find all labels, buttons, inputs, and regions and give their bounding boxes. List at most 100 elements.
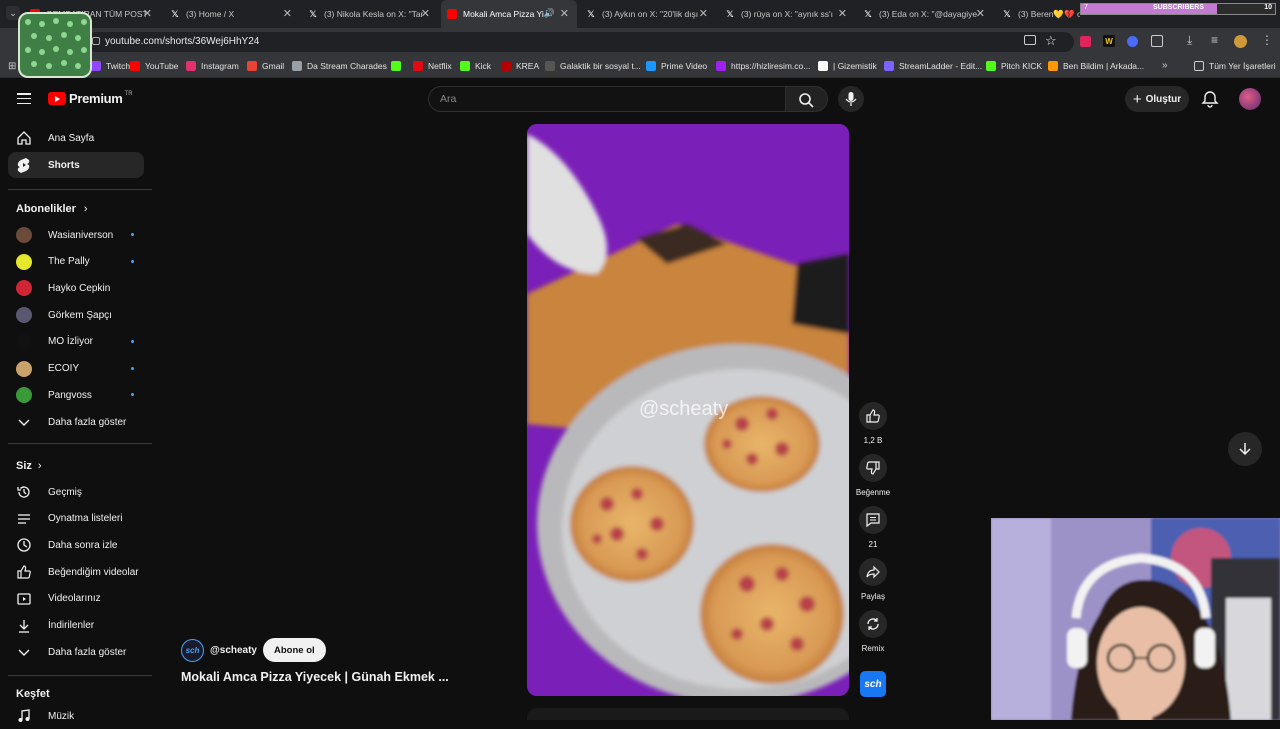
youtube-icon	[130, 61, 140, 71]
sidebar-show-more[interactable]: Daha fazla göster	[8, 409, 144, 435]
bookmark-item[interactable]: Twitch	[91, 61, 130, 71]
sound-channel-thumbnail[interactable]: sch	[860, 671, 886, 697]
apps-grid-icon[interactable]: ⊞	[8, 61, 16, 72]
share-button[interactable]	[859, 558, 887, 586]
shorts-video-player[interactable]: @scheaty	[527, 124, 849, 696]
speaker-icon[interactable]: 🔊	[544, 8, 555, 19]
close-tab-icon[interactable]: ✕	[560, 7, 569, 20]
sidebar-subscription[interactable]: ECOIY	[8, 356, 144, 382]
close-tab-icon[interactable]: ✕	[699, 7, 708, 20]
you-header[interactable]: Siz ›	[16, 460, 42, 472]
bookmark-item[interactable]: KREA	[501, 61, 539, 71]
short-title[interactable]: Mokali Amca Pizza Yiyecek | Günah Ekmek …	[181, 670, 449, 684]
history-icon	[16, 484, 32, 500]
bookmark-item[interactable]: Pitch KICK	[986, 61, 1042, 71]
channel-avatar	[16, 253, 32, 270]
channel-avatar[interactable]: sch	[181, 638, 204, 662]
next-short-preview[interactable]	[527, 708, 849, 720]
sidebar-you-item[interactable]: İndirilenler	[8, 613, 144, 639]
chevron-right-icon: ›	[83, 203, 88, 215]
like-button[interactable]	[859, 402, 887, 430]
sidebar-you-item[interactable]: Daha fazla göster	[8, 639, 144, 665]
sidebar-item-shorts[interactable]: Shorts	[8, 152, 144, 178]
channel-handle[interactable]: @scheaty	[210, 645, 257, 656]
sidebar-subscription[interactable]: The Pally	[8, 249, 144, 275]
bookmark-label: Instagram	[201, 61, 239, 71]
create-button[interactable]: + Oluştur	[1125, 86, 1189, 112]
extension-icon-w[interactable]: W	[1103, 35, 1115, 47]
install-app-icon[interactable]	[1024, 35, 1036, 45]
subscriptions-header[interactable]: Abonelikler ›	[16, 203, 88, 215]
bookmark-item[interactable]: https://hizliresim.co...	[716, 61, 810, 71]
krea-icon	[501, 61, 511, 71]
search-button[interactable]	[786, 86, 828, 112]
bookmark-item[interactable]: Netflix	[413, 61, 452, 71]
extension-icon-red[interactable]	[1080, 36, 1091, 47]
extensions-puzzle-icon[interactable]	[1151, 35, 1163, 47]
profile-avatar[interactable]	[1234, 35, 1247, 48]
browser-tab[interactable]: 𝕏 (3) Nikola Kesla on X: "Tar ✕	[302, 0, 438, 28]
bookmark-item[interactable]: Gmail	[247, 61, 284, 71]
download-icon[interactable]: ⤓	[1187, 33, 1192, 48]
browser-tab[interactable]: 𝕏 (3) Aykın on X: "20'lik dışı ✕	[580, 0, 716, 28]
notifications-button[interactable]	[1201, 90, 1219, 108]
bookmark-item[interactable]: Instagram	[186, 61, 239, 71]
voice-search-button[interactable]	[838, 86, 864, 112]
sidebar-subscription[interactable]: Pangvoss	[8, 382, 144, 408]
close-tab-icon[interactable]: ✕	[283, 7, 292, 20]
remix-button[interactable]	[859, 610, 887, 638]
browser-tab[interactable]: 𝕏 (3) Home / X ✕	[164, 0, 300, 28]
bookmark-item[interactable]: | Gizemistik	[818, 61, 877, 71]
close-tab-icon[interactable]: ✕	[838, 7, 847, 20]
sidebar-subscription[interactable]: Wasianiverson	[8, 222, 144, 248]
url-text[interactable]: youtube.com/shorts/36Wej6HhY24	[105, 36, 259, 47]
sidebar-explore-item[interactable]: Müzik	[8, 703, 144, 729]
sidebar-you-item[interactable]: Daha sonra izle	[8, 532, 144, 558]
sidebar-item-home[interactable]: Ana Sayfa	[8, 125, 144, 151]
account-avatar[interactable]	[1239, 88, 1261, 110]
bookmark-item[interactable]: StreamLadder - Edit...	[884, 61, 982, 71]
browser-tab[interactable]: Mokali Amca Pizza Yi ✕ 🔊	[441, 0, 577, 28]
clock-icon	[16, 537, 32, 553]
subscribe-button[interactable]: Abone ol	[263, 638, 326, 662]
bookmark-item[interactable]: Kick	[460, 61, 491, 71]
browser-tab[interactable]: 𝕏 (3) rüya on X: "aynık ss'ı ✕	[719, 0, 855, 28]
bookmark-item[interactable]	[391, 61, 406, 71]
reading-list-icon[interactable]: ≡	[1211, 33, 1218, 47]
sidebar-you-item[interactable]: Videolarınız	[8, 586, 144, 612]
bookmark-label: KREA	[516, 61, 540, 71]
browser-menu-icon[interactable]: ⋮	[1261, 33, 1273, 47]
bookmark-item[interactable]: Da Stream Charades	[292, 61, 387, 71]
sidebar-subscription[interactable]: MO İzliyor	[8, 329, 144, 355]
site-info-icon[interactable]	[92, 37, 100, 45]
sidebar-you-item[interactable]: Beğendiğim videolar	[8, 559, 144, 585]
bookmark-item[interactable]: YouTube	[130, 61, 178, 71]
sidebar-subscription[interactable]: Görkem Şapçı	[8, 302, 144, 328]
next-short-button[interactable]	[1228, 432, 1262, 466]
microphone-icon	[845, 92, 857, 106]
bookmark-item[interactable]: Prime Video	[646, 61, 707, 71]
comments-button[interactable]	[859, 506, 887, 534]
guide-menu-icon[interactable]	[17, 93, 31, 104]
bookmark-star-icon[interactable]: ☆	[1045, 33, 1057, 49]
sidebar-subscription[interactable]: Hayko Cepkin	[8, 275, 144, 301]
close-tab-icon[interactable]: ✕	[143, 7, 152, 20]
youtube-premium-logo[interactable]: Premium TR	[48, 91, 133, 106]
close-tab-icon[interactable]: ✕	[976, 7, 985, 20]
bookmark-label: Netflix	[428, 61, 452, 71]
close-tab-icon[interactable]: ✕	[421, 7, 430, 20]
bookmark-item[interactable]: Galaktik bir sosyal t...	[545, 61, 641, 71]
bookmarks-overflow-icon[interactable]: »	[1162, 60, 1168, 71]
bookmark-item[interactable]: Ben Bildim | Arkada...	[1048, 61, 1144, 71]
sidebar-you-item[interactable]: Oynatma listeleri	[8, 506, 144, 532]
sidebar-you-item[interactable]: Geçmiş	[8, 479, 144, 505]
subscribers-goal: 10	[1264, 4, 1272, 11]
extension-icon-blue[interactable]	[1127, 36, 1138, 47]
browser-tab[interactable]: 𝕏 (3) Beren💛💔 on X: "A	[996, 0, 1080, 28]
search-input[interactable]: Ara	[440, 93, 456, 105]
dislike-button[interactable]	[859, 454, 887, 482]
browser-tab[interactable]: 𝕏 (3) Eda on X: "@dayagiye ✕	[857, 0, 993, 28]
all-bookmarks-folder[interactable]: Tüm Yer İşaretleri	[1194, 61, 1276, 71]
search-box[interactable]	[428, 86, 786, 112]
chevron-down-icon	[16, 414, 32, 430]
